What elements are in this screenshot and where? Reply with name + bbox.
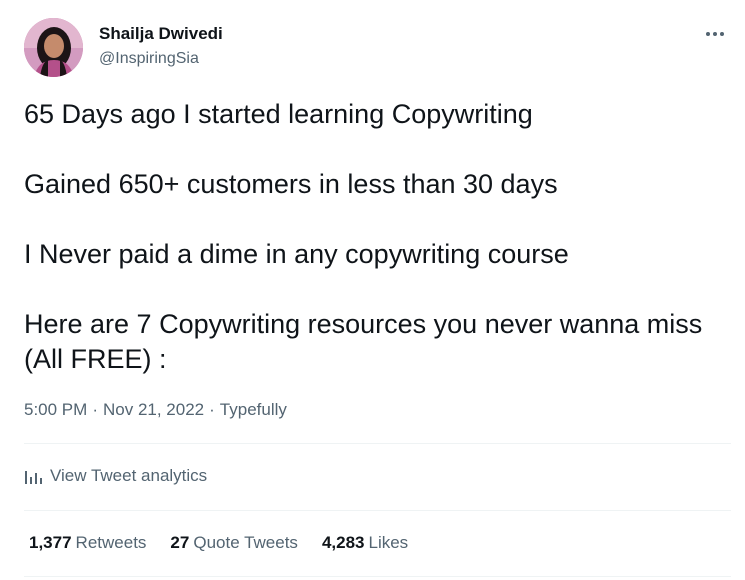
likes-count: 4,283: [321, 533, 365, 552]
meta-separator: ·: [209, 400, 215, 419]
author-name[interactable]: Shailja Dwivedi: [99, 24, 223, 44]
divider: [24, 443, 731, 444]
quote-tweets-label: Quote Tweets: [193, 533, 298, 552]
likes-label: Likes: [368, 533, 409, 552]
analytics-label: View Tweet analytics: [50, 466, 208, 485]
quote-tweets-stat[interactable]: 27 Quote Tweets: [170, 533, 298, 553]
tweet-time[interactable]: 5:00 PM: [24, 400, 87, 419]
divider: [24, 576, 731, 577]
tweet-text: 65 Days ago I started learning Copywriti…: [24, 97, 729, 377]
tweet-line: Gained 650+ customers in less than 30 da…: [24, 169, 558, 199]
more-dots-icon: [706, 32, 710, 36]
tweet-meta: 5:00 PM · Nov 21, 2022 · Typefully: [24, 400, 287, 420]
retweets-label: Retweets: [75, 533, 147, 552]
tweet-line: I Never paid a dime in any copywriting c…: [24, 239, 569, 269]
tweet-source[interactable]: Typefully: [220, 400, 287, 419]
meta-separator: ·: [92, 400, 98, 419]
author-handle[interactable]: @InspiringSia: [99, 50, 199, 68]
likes-stat[interactable]: 4,283 Likes: [322, 533, 408, 553]
retweets-stat[interactable]: 1,377 Retweets: [29, 533, 146, 553]
divider: [24, 510, 731, 511]
tweet-date[interactable]: Nov 21, 2022: [103, 400, 204, 419]
bar-chart-icon: [24, 468, 42, 484]
view-analytics-link[interactable]: View Tweet analytics: [24, 466, 207, 486]
tweet-line: 65 Days ago I started learning Copywriti…: [24, 99, 533, 129]
quote-tweets-count: 27: [170, 533, 190, 552]
profile-photo: [24, 18, 83, 77]
tweet-line: Here are 7 Copywriting resources you nev…: [24, 309, 703, 374]
engagement-stats: 1,377 Retweets 27 Quote Tweets 4,283 Likes: [29, 533, 432, 553]
avatar[interactable]: [24, 18, 83, 77]
more-options-button[interactable]: [700, 22, 730, 46]
retweets-count: 1,377: [29, 533, 72, 552]
